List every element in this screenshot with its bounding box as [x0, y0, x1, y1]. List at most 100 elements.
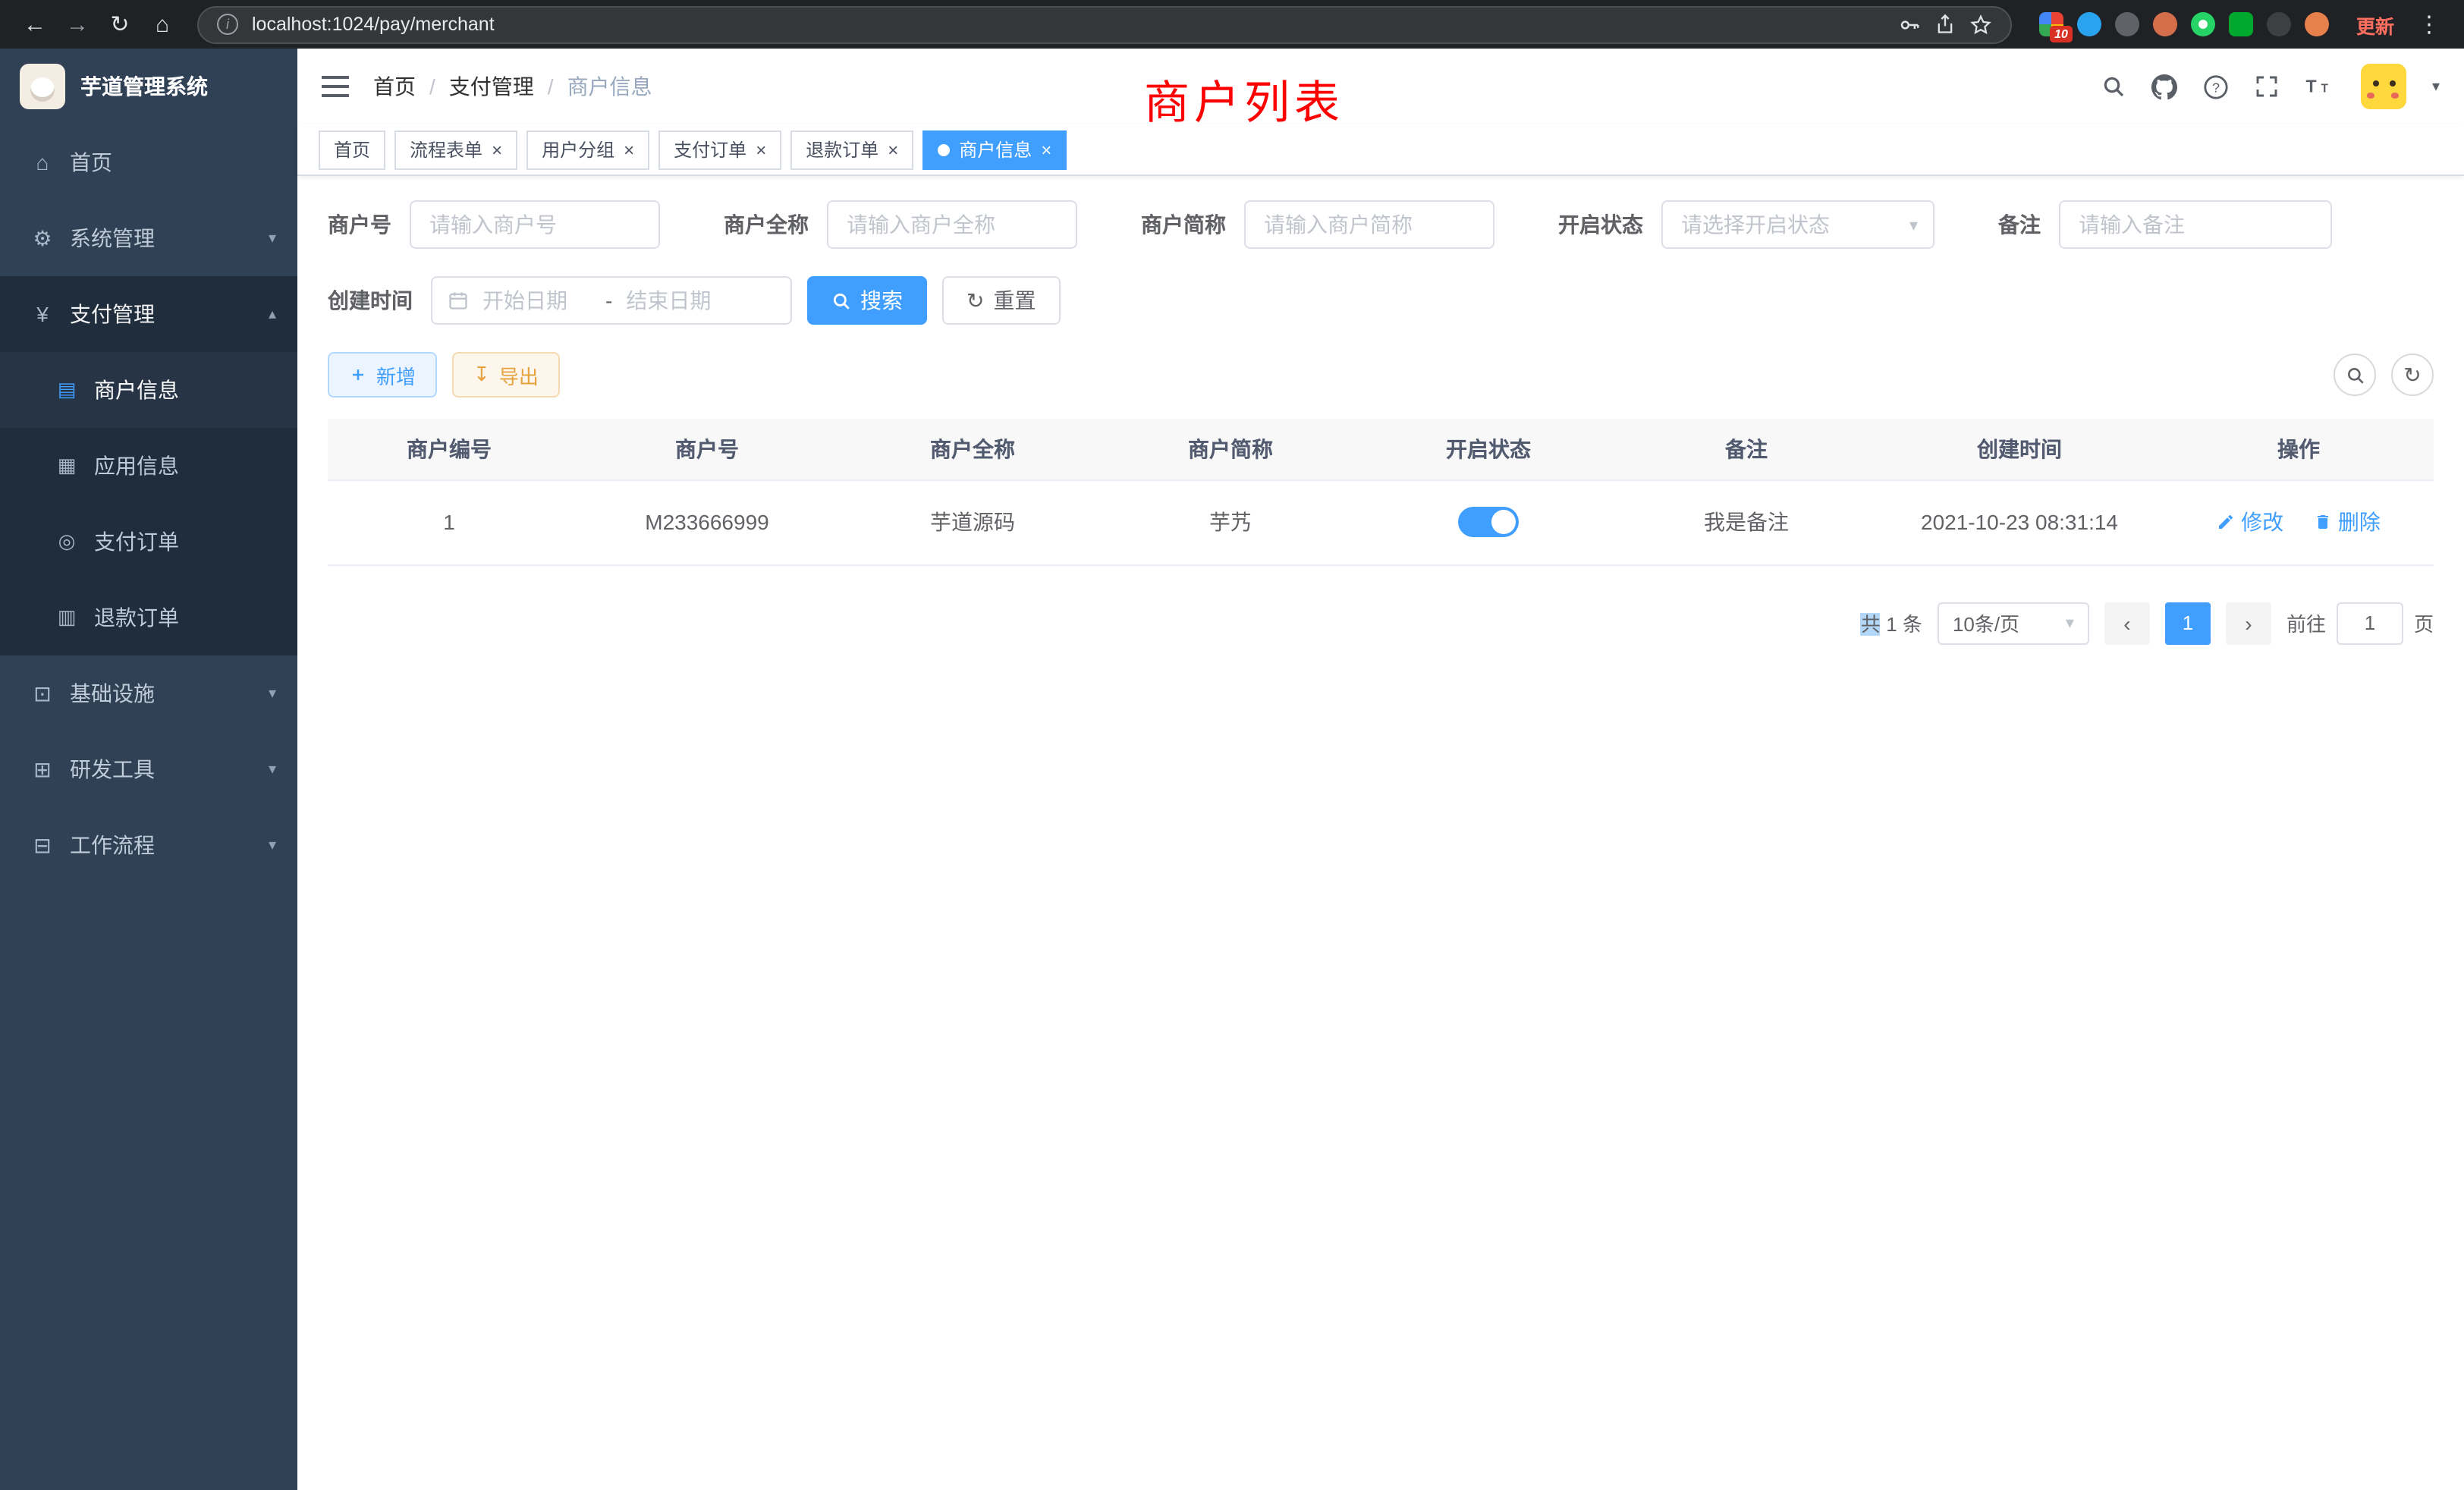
merchant-no-input[interactable]	[410, 200, 660, 249]
extension-icon-green-square[interactable]	[2229, 12, 2253, 36]
chevron-down-icon: ▾	[269, 685, 276, 702]
share-icon[interactable]	[1934, 14, 1956, 35]
cell-id: 1	[328, 479, 570, 564]
sidebar-item-workflow[interactable]: ⊟ 工作流程 ▾	[0, 807, 297, 883]
close-icon[interactable]: ×	[756, 140, 766, 159]
cell-actions: 修改 删除	[2164, 479, 2434, 564]
remark-input[interactable]	[2059, 200, 2332, 249]
refresh-table-button[interactable]: ↻	[2391, 354, 2434, 396]
extension-icon-green-circle[interactable]	[2191, 12, 2215, 36]
sidebar-collapse-icon[interactable]	[322, 76, 349, 97]
reset-button[interactable]: ↻ 重置	[942, 276, 1060, 325]
app-title: 芋道管理系统	[80, 71, 208, 102]
avatar-caret-icon[interactable]: ▾	[2432, 78, 2440, 95]
merchant-name-input[interactable]	[827, 200, 1077, 249]
cell-merchant-short: 芋艿	[1102, 479, 1359, 564]
bookmark-star-icon[interactable]	[1969, 13, 1992, 36]
close-icon[interactable]: ×	[888, 140, 898, 159]
app-logo[interactable]: 芋道管理系统	[0, 49, 297, 124]
browser-update-button[interactable]: 更新	[2344, 10, 2406, 39]
extension-icon-orange[interactable]	[2153, 12, 2177, 36]
page-number-1[interactable]: 1	[2165, 602, 2211, 644]
document-icon: ▥	[55, 605, 79, 630]
prev-page-button[interactable]: ‹	[2104, 602, 2150, 644]
browser-menu-icon[interactable]: ⋮	[2409, 5, 2449, 44]
tab-merchant-info[interactable]: 商户信息 ×	[922, 130, 1067, 169]
extension-icon-gray[interactable]	[2115, 12, 2139, 36]
breadcrumb-separator: /	[429, 74, 435, 99]
font-size-icon[interactable]: T T	[2305, 74, 2335, 99]
search-form-row-2: 创建时间 -	[328, 276, 2434, 325]
tab-pay-order[interactable]: 支付订单 ×	[658, 130, 781, 169]
search-icon	[831, 291, 851, 310]
extension-icon-dark[interactable]	[2267, 12, 2291, 36]
extension-icon-blue[interactable]	[2077, 12, 2101, 36]
tab-label: 流程表单	[410, 137, 482, 162]
delete-link[interactable]: 删除	[2314, 507, 2381, 537]
export-button-label: 导出	[499, 360, 539, 389]
breadcrumb-home[interactable]: 首页	[373, 71, 416, 102]
end-date-input[interactable]	[626, 288, 735, 313]
password-key-icon[interactable]	[1898, 13, 1921, 36]
sidebar-item-merchant-info[interactable]: ▤ 商户信息	[0, 352, 297, 428]
breadcrumb: 首页 / 支付管理 / 商户信息	[373, 71, 652, 102]
field-merchant-short: 商户简称	[1141, 200, 1494, 249]
goto-page-input[interactable]	[2337, 602, 2403, 644]
browser-forward-button[interactable]: →	[58, 5, 97, 44]
tab-label: 首页	[334, 137, 370, 162]
sidebar-item-app-info[interactable]: ▦ 应用信息	[0, 428, 297, 504]
cell-status	[1359, 479, 1617, 564]
cell-remark: 我是备注	[1617, 479, 1875, 564]
edit-link[interactable]: 修改	[2217, 507, 2283, 537]
browser-back-button[interactable]: ←	[15, 5, 55, 44]
sidebar-item-payment[interactable]: ¥ 支付管理 ▴	[0, 276, 297, 352]
sidebar-item-devtools[interactable]: ⊞ 研发工具 ▾	[0, 731, 297, 807]
grid-icon: ▦	[55, 454, 79, 478]
status-toggle[interactable]	[1458, 507, 1519, 537]
sidebar-item-home[interactable]: ⌂ 首页	[0, 124, 297, 200]
search-button[interactable]: 搜索	[807, 276, 927, 325]
breadcrumb-payment[interactable]: 支付管理	[449, 71, 534, 102]
start-date-input[interactable]	[482, 288, 592, 313]
add-button[interactable]: 新增	[328, 352, 437, 398]
page-size-value: 10条/页	[1953, 608, 2019, 637]
sidebar-item-system[interactable]: ⚙ 系统管理 ▾	[0, 200, 297, 276]
profile-avatar-icon[interactable]	[2305, 12, 2329, 36]
sidebar-item-label: 商户信息	[94, 375, 179, 405]
merchant-short-input[interactable]	[1244, 200, 1494, 249]
target-icon: ◎	[55, 530, 79, 554]
browser-reload-button[interactable]: ↻	[100, 5, 140, 44]
chevron-up-icon: ▴	[269, 306, 276, 322]
sidebar-item-label: 首页	[70, 147, 112, 178]
search-form-row-1: 商户号 商户全称 商户简称 开启状态 请选择开启状态	[328, 200, 2434, 249]
field-label: 商户号	[328, 209, 391, 240]
close-icon[interactable]: ×	[492, 140, 502, 159]
status-select[interactable]: 请选择开启状态 ▾	[1661, 200, 1934, 249]
browser-home-button[interactable]: ⌂	[143, 5, 182, 44]
extension-icon-badged[interactable]: 10	[2039, 12, 2063, 36]
help-icon[interactable]: ?	[2203, 74, 2229, 99]
close-icon[interactable]: ×	[1041, 140, 1051, 159]
next-page-button[interactable]: ›	[2226, 602, 2271, 644]
user-avatar[interactable]	[2361, 64, 2406, 109]
page-size-select[interactable]: 10条/页 ▾	[1938, 602, 2089, 644]
sidebar-item-refund-order[interactable]: ▥ 退款订单	[0, 580, 297, 655]
field-merchant-name: 商户全称	[724, 200, 1077, 249]
close-icon[interactable]: ×	[624, 140, 634, 159]
search-icon[interactable]	[2101, 74, 2126, 99]
sidebar-item-infrastructure[interactable]: ⊡ 基础设施 ▾	[0, 655, 297, 731]
github-icon[interactable]	[2151, 74, 2177, 99]
tab-refund-order[interactable]: 退款订单 ×	[790, 130, 913, 169]
tab-label: 用户分组	[542, 137, 614, 162]
create-time-range-picker[interactable]: -	[431, 276, 792, 325]
tab-home[interactable]: 首页	[319, 130, 385, 169]
site-info-icon[interactable]: i	[217, 14, 238, 35]
tab-process-form[interactable]: 流程表单 ×	[394, 130, 517, 169]
export-button[interactable]: ↧ 导出	[452, 352, 560, 398]
sidebar-item-label: 系统管理	[70, 223, 155, 253]
toggle-search-button[interactable]	[2334, 354, 2376, 396]
fullscreen-icon[interactable]	[2255, 74, 2279, 99]
sidebar-item-pay-order[interactable]: ◎ 支付订单	[0, 504, 297, 580]
tab-user-group[interactable]: 用户分组 ×	[526, 130, 649, 169]
url-bar[interactable]: i localhost:1024/pay/merchant	[197, 5, 2012, 43]
